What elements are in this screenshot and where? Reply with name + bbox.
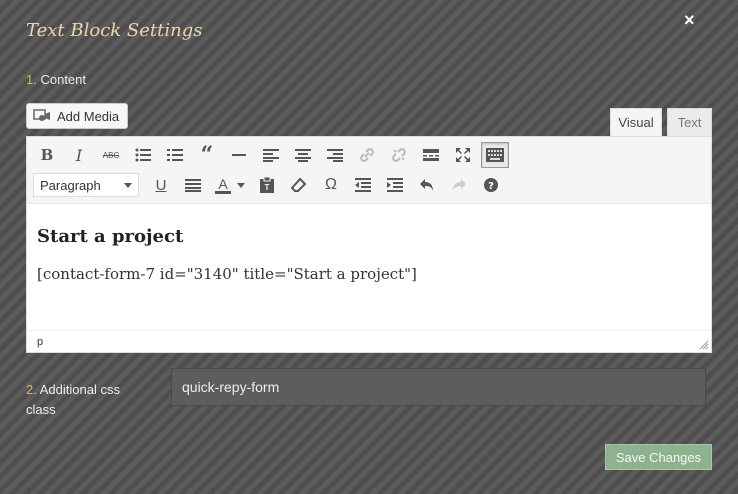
align-center-icon[interactable] — [289, 142, 317, 168]
outdent-icon[interactable] — [349, 172, 377, 198]
toolbar-row-2: Paragraph U A T Ω ? — [33, 171, 509, 199]
text-color-swatch — [215, 190, 231, 194]
css-class-input[interactable]: quick-repy-form — [171, 368, 706, 406]
redo-icon[interactable] — [445, 172, 473, 198]
undo-icon[interactable] — [413, 172, 441, 198]
format-select-value: Paragraph — [40, 177, 101, 193]
text-color-glyph: A — [218, 175, 228, 192]
format-select[interactable]: Paragraph — [33, 173, 139, 197]
link-icon[interactable] — [353, 142, 381, 168]
editor-statusbar: p — [27, 330, 711, 352]
wysiwyg-editor: B I ABC “ Paragraph U A T Ω ? Start a pr… — [26, 136, 712, 353]
indent-icon[interactable] — [381, 172, 409, 198]
horizontal-rule-icon[interactable] — [225, 142, 253, 168]
content-section-label: 1. Content — [26, 72, 86, 87]
save-changes-button[interactable]: Save Changes — [605, 444, 712, 470]
text-color-icon[interactable]: A — [211, 172, 249, 198]
bold-icon[interactable]: B — [33, 142, 61, 168]
content-heading: Start a project — [37, 226, 184, 247]
add-media-label: Add Media — [57, 108, 120, 124]
section-number: 1. — [26, 72, 37, 87]
section-title: Additional css class — [26, 382, 120, 417]
bullet-list-icon[interactable] — [129, 142, 157, 168]
svg-text:T: T — [265, 183, 270, 192]
special-character-icon[interactable]: Ω — [317, 172, 345, 198]
strikethrough-icon[interactable]: ABC — [97, 142, 125, 168]
add-media-button[interactable]: Add Media — [26, 103, 128, 129]
underline-icon[interactable]: U — [147, 172, 175, 198]
resize-handle-icon[interactable] — [699, 340, 709, 350]
toolbar-toggle-icon[interactable] — [481, 142, 509, 168]
editor-toolbar: B I ABC “ Paragraph U A T Ω ? — [27, 137, 711, 204]
toolbar-row-1: B I ABC “ — [33, 141, 513, 169]
editor-content[interactable]: Start a project [contact-form-7 id="3140… — [27, 204, 711, 330]
css-section-label: 2. Additional css class — [26, 380, 146, 420]
media-icon — [33, 108, 51, 124]
element-path[interactable]: p — [37, 336, 43, 348]
modal-title: Text Block Settings — [26, 20, 203, 41]
svg-text:?: ? — [488, 181, 494, 192]
italic-icon[interactable]: I — [65, 142, 93, 168]
tab-text[interactable]: Text — [667, 108, 712, 136]
close-icon[interactable]: × — [684, 10, 700, 30]
help-icon[interactable]: ? — [477, 172, 505, 198]
chevron-down-icon — [124, 182, 132, 188]
clear-formatting-icon[interactable] — [285, 172, 313, 198]
blockquote-icon[interactable]: “ — [193, 142, 221, 168]
align-right-icon[interactable] — [321, 142, 349, 168]
tab-visual[interactable]: Visual — [610, 108, 662, 136]
justify-icon[interactable] — [179, 172, 207, 198]
fullscreen-icon[interactable] — [449, 142, 477, 168]
section-title: Content — [40, 72, 87, 87]
omega-glyph: Ω — [325, 176, 337, 193]
unlink-icon[interactable] — [385, 142, 413, 168]
read-more-icon[interactable] — [417, 142, 445, 168]
chevron-down-icon — [237, 182, 245, 188]
section-number: 2. — [26, 382, 37, 397]
content-shortcode: [contact-form-7 id="3140" title="Start a… — [37, 265, 417, 283]
paste-text-icon[interactable]: T — [253, 172, 281, 198]
numbered-list-icon[interactable] — [161, 142, 189, 168]
strikethrough-glyph: ABC — [102, 150, 120, 160]
align-left-icon[interactable] — [257, 142, 285, 168]
